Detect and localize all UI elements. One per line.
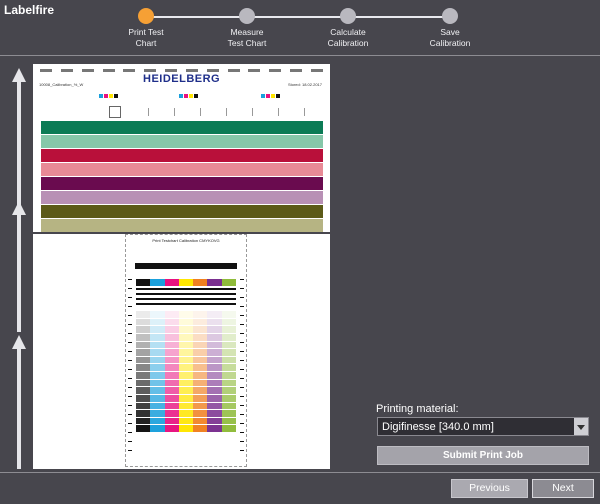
heidelberg-logo: HEIDELBERG — [143, 73, 221, 85]
next-button[interactable]: Next — [532, 479, 594, 498]
step-measure-test-chart[interactable]: Measure Test Chart — [202, 0, 292, 49]
calibration-chart-title: Print Testchart Calibration CMYKOVG — [152, 238, 220, 243]
step-save-calibration[interactable]: Save Calibration — [405, 0, 495, 49]
step-dot-active — [138, 8, 154, 24]
calibration-chart: Print Testchart Calibration CMYKOVG — [125, 234, 247, 467]
dropdown-button[interactable] — [574, 418, 588, 435]
printing-material-value: Digifinesse [340.0 mm] — [382, 421, 494, 433]
color-swatch — [150, 279, 165, 286]
step-label: Print Test Chart — [128, 27, 164, 48]
color-band — [41, 177, 323, 190]
color-swatch — [207, 279, 222, 286]
left-ticks — [128, 279, 132, 459]
tone-ramp-column — [221, 311, 236, 433]
arrow-up-icon — [12, 335, 26, 469]
printing-material-label: Printing material: — [376, 403, 459, 415]
test-chart-preview: HEIDELBERG 10008_Calibration_%_W Stored:… — [33, 64, 330, 469]
tone-ramp-column — [178, 311, 194, 433]
previous-button[interactable]: Previous — [451, 479, 528, 498]
color-band — [41, 149, 323, 162]
color-swatch — [178, 279, 194, 286]
feed-direction-arrows — [12, 68, 26, 469]
footer-divider — [0, 472, 600, 473]
black-bar — [135, 263, 237, 269]
tone-ramp-column — [193, 311, 208, 433]
color-band — [41, 191, 323, 204]
tone-ramp-column — [136, 311, 151, 433]
rule-lines — [136, 288, 236, 308]
step-print-test-chart[interactable]: Print Test Chart — [101, 0, 191, 49]
process-icon — [109, 106, 121, 118]
step-label: Save Calibration — [429, 27, 471, 48]
tone-ramp-column — [164, 311, 179, 433]
tone-ramp-column — [150, 311, 165, 433]
right-ticks — [240, 279, 244, 459]
color-band — [41, 121, 323, 134]
solid-swatches — [136, 279, 236, 286]
color-band — [41, 135, 323, 148]
color-band — [41, 205, 323, 218]
header-divider — [0, 55, 600, 56]
tone-ramp-column — [207, 311, 222, 433]
stored-date: Stored: 18.02.2017 — [287, 82, 322, 87]
color-bands — [41, 121, 323, 232]
step-label: Calculate Calibration — [327, 27, 369, 48]
registration-marks — [39, 92, 324, 100]
chevron-down-icon — [577, 425, 585, 430]
step-dot — [442, 8, 458, 24]
color-swatch — [164, 279, 179, 286]
color-swatch — [136, 279, 151, 286]
file-name: 10008_Calibration_%_W — [39, 82, 84, 87]
arrow-up-icon — [12, 68, 26, 209]
color-swatch — [193, 279, 208, 286]
step-label: Measure Test Chart — [227, 27, 267, 48]
color-band — [41, 163, 323, 176]
printing-material-select[interactable]: Digifinesse [340.0 mm] — [377, 417, 589, 436]
submit-print-job-button[interactable]: Submit Print Job — [377, 446, 589, 465]
step-dot — [239, 8, 255, 24]
color-band — [41, 219, 323, 232]
wizard-steps: Print Test Chart Measure Test Chart Calc… — [0, 0, 600, 56]
tone-ramps — [136, 311, 236, 433]
process-steps-strip — [109, 106, 305, 118]
step-calculate-calibration[interactable]: Calculate Calibration — [303, 0, 393, 49]
color-swatch — [221, 279, 236, 286]
step-dot — [340, 8, 356, 24]
arrow-up-icon — [12, 201, 26, 332]
